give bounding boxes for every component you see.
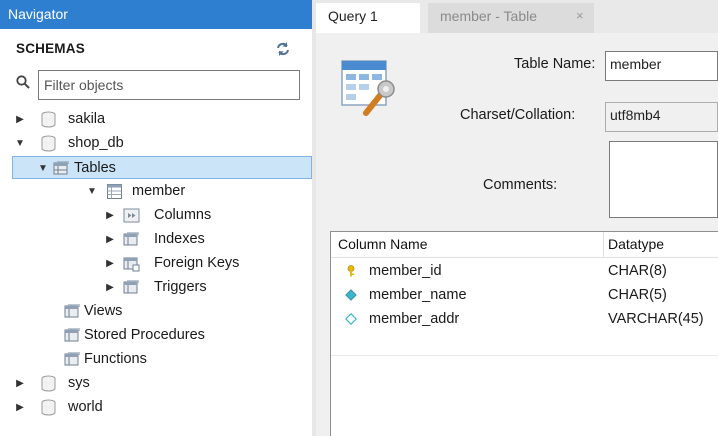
charset-collation-label: Charset/Collation:: [460, 107, 576, 123]
column-name-cell[interactable]: member_name: [369, 283, 467, 307]
close-icon[interactable]: ×: [576, 8, 584, 23]
triggers-icon: [123, 280, 139, 294]
tree-label: shop_db: [68, 135, 124, 151]
schemas-label: SCHEMAS: [16, 41, 85, 56]
primary-key-icon: [347, 265, 355, 277]
refresh-icon[interactable]: [274, 40, 292, 58]
database-icon: [41, 399, 56, 416]
table-name-label: Table Name:: [514, 56, 596, 72]
tree-label: Functions: [84, 351, 147, 367]
tree-item-triggers[interactable]: ▶ Triggers: [0, 276, 312, 299]
functions-folder-icon: [64, 352, 80, 366]
column-name-cell[interactable]: member_id: [369, 259, 442, 283]
database-icon: [41, 375, 56, 392]
tree-label: Stored Procedures: [84, 327, 205, 343]
database-icon: [41, 135, 56, 152]
expand-arrow-icon[interactable]: ▶: [14, 396, 26, 419]
tree-item-shop-db[interactable]: ▼ shop_db: [0, 132, 312, 155]
collapse-arrow-icon[interactable]: ▼: [14, 132, 26, 155]
table-row[interactable]: member_id CHAR(8): [331, 259, 718, 283]
expand-arrow-icon[interactable]: ▶: [104, 228, 116, 251]
tree-item-indexes[interactable]: ▶ Indexes: [0, 228, 312, 251]
tree-label: sakila: [68, 111, 106, 127]
filter-objects-input[interactable]: [38, 70, 300, 100]
tree-label: Columns: [154, 207, 212, 223]
expand-arrow-icon[interactable]: ▶: [104, 204, 116, 227]
search-icon: [15, 74, 31, 90]
tree-item-views[interactable]: Views: [0, 300, 312, 323]
tree-item-sys[interactable]: ▶ sys: [0, 372, 312, 395]
tab-query-1[interactable]: Query 1: [316, 3, 420, 33]
expand-arrow-icon[interactable]: ▶: [14, 108, 26, 131]
tree-item-world[interactable]: ▶ world: [0, 396, 312, 419]
not-null-column-icon: [345, 289, 357, 301]
table-icon: [107, 184, 122, 199]
foreign-keys-icon: [123, 257, 140, 272]
expand-arrow-icon[interactable]: ▶: [104, 252, 116, 275]
expand-arrow-icon[interactable]: ▶: [14, 372, 26, 395]
tree-item-tables[interactable]: ▼ Tables: [12, 156, 312, 179]
tree-label: Indexes: [154, 231, 205, 247]
table-name-input[interactable]: member: [605, 51, 718, 81]
datatype-cell[interactable]: VARCHAR(45): [608, 307, 704, 331]
datatype-cell[interactable]: CHAR(8): [608, 259, 667, 283]
indexes-icon: [123, 232, 139, 246]
datatype-header[interactable]: Datatype: [608, 236, 664, 252]
columns-icon: [123, 208, 140, 223]
grid-row-divider: [331, 355, 718, 356]
comments-textarea[interactable]: [609, 141, 718, 218]
nullable-column-icon: [345, 313, 357, 325]
column-name-cell[interactable]: member_addr: [369, 307, 459, 331]
tree-item-sakila[interactable]: ▶ sakila: [0, 108, 312, 131]
comments-label: Comments:: [483, 177, 558, 193]
tree-label: Tables: [74, 160, 116, 176]
table-row[interactable]: member_name CHAR(5): [331, 283, 718, 307]
stored-procedures-folder-icon: [64, 328, 80, 342]
tree-item-functions[interactable]: Functions: [0, 348, 312, 371]
tree-item-member[interactable]: ▼ member: [0, 180, 312, 203]
table-editor-icon: [341, 60, 395, 116]
tab-label: member - Table: [440, 8, 538, 24]
tree-label: Foreign Keys: [154, 255, 240, 271]
tab-label: Query 1: [328, 8, 378, 24]
tree-label: Triggers: [154, 279, 207, 295]
tree-item-foreign-keys[interactable]: ▶ Foreign Keys: [0, 252, 312, 275]
charset-collation-select[interactable]: utf8mb4: [605, 102, 718, 132]
navigator-panel: Navigator SCHEMAS ▶ sakila ▼ shop_db: [0, 0, 312, 436]
views-folder-icon: [64, 304, 80, 318]
tree-label: member: [132, 183, 186, 199]
table-row[interactable]: member_addr VARCHAR(45): [331, 307, 718, 331]
tree-label: world: [68, 399, 103, 415]
collapse-arrow-icon[interactable]: ▼: [86, 180, 98, 203]
tables-folder-icon: [53, 161, 69, 175]
navigator-header: Navigator: [0, 0, 312, 29]
grid-header: Column Name Datatype: [331, 232, 718, 258]
collapse-arrow-icon[interactable]: ▼: [37, 157, 49, 180]
datatype-cell[interactable]: CHAR(5): [608, 283, 667, 307]
header-separator[interactable]: [603, 232, 604, 257]
tab-member-table[interactable]: member - Table ×: [428, 3, 594, 33]
column-name-header[interactable]: Column Name: [338, 236, 427, 252]
columns-grid[interactable]: Column Name Datatype member_id CHAR(8) m…: [330, 231, 718, 436]
tree-item-stored-procedures[interactable]: Stored Procedures: [0, 324, 312, 347]
expand-arrow-icon[interactable]: ▶: [104, 276, 116, 299]
tree-label: sys: [68, 375, 90, 391]
database-icon: [41, 111, 56, 128]
tree-item-columns[interactable]: ▶ Columns: [0, 204, 312, 227]
tree-label: Views: [84, 303, 123, 319]
